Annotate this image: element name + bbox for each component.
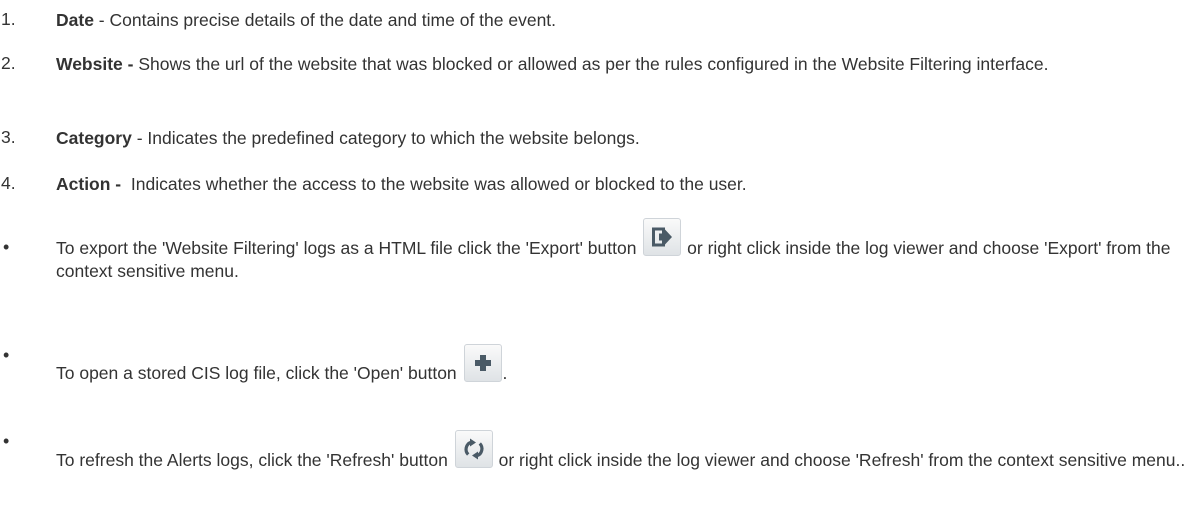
bullet-symbol: • — [3, 431, 10, 451]
description: Shows the url of the website that was bl… — [138, 54, 1049, 74]
separator: - — [131, 128, 148, 148]
list-number: 1. — [1, 9, 16, 29]
term-category: Category — [56, 128, 132, 148]
bullet-text: To open a stored CIS log file, click the… — [56, 344, 1201, 385]
refresh-button[interactable] — [454, 430, 493, 468]
help-document: 1. Date - Contains precise details of th… — [0, 0, 1203, 520]
open-text-after: . — [502, 363, 508, 383]
plus-icon — [474, 355, 491, 371]
bullet-symbol: • — [3, 345, 10, 365]
separator — [121, 174, 131, 194]
open-button[interactable] — [463, 344, 502, 382]
term-website: Website - — [56, 54, 134, 74]
refresh-text-after: or right click inside the log viewer and… — [493, 450, 1186, 470]
export-text-before: To export the 'Website Filtering' logs a… — [56, 238, 642, 258]
list-text: Action - Indicates whether the access to… — [56, 172, 1201, 196]
export-icon — [652, 227, 673, 247]
export-button[interactable] — [643, 218, 682, 256]
list-number: 3. — [1, 127, 16, 147]
description: Indicates whether the access to the webs… — [130, 174, 747, 194]
list-text: Date - Contains precise details of the d… — [56, 8, 1201, 32]
list-text: Category - Indicates the predefined cate… — [56, 126, 1201, 150]
list-number: 4. — [1, 173, 16, 193]
term-date: Date — [56, 10, 94, 30]
bullet-text: To refresh the Alerts logs, click the 'R… — [56, 430, 1201, 472]
description: Indicates the predefined category to whi… — [147, 128, 640, 148]
refresh-text-before: To refresh the Alerts logs, click the 'R… — [56, 450, 453, 470]
description: Contains precise details of the date and… — [109, 10, 557, 30]
list-number: 2. — [1, 53, 16, 73]
open-text-before: To open a stored CIS log file, click the… — [56, 363, 462, 383]
bullet-text: To export the 'Website Filtering' logs a… — [56, 218, 1201, 283]
separator: - — [93, 10, 110, 30]
list-text: Website - Shows the url of the website t… — [56, 52, 1201, 76]
term-action: Action - — [56, 174, 122, 194]
bullet-symbol: • — [3, 237, 10, 257]
refresh-icon — [464, 438, 484, 460]
